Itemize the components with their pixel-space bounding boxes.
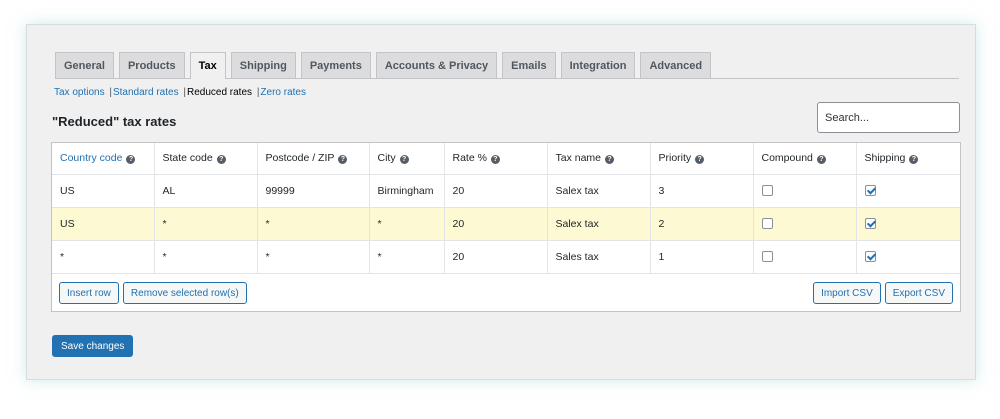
tax-rates-table: Country code? State code? Postcode / ZIP… <box>51 142 961 312</box>
tab-accounts-privacy[interactable]: Accounts & Privacy <box>375 52 498 78</box>
column-header-tax-name: Tax name? <box>547 143 651 175</box>
subnav-standard-rates[interactable]: Standard rates <box>113 87 179 98</box>
compound-checkbox[interactable] <box>761 185 773 197</box>
subnav-zero-rates[interactable]: Zero rates <box>260 87 306 98</box>
cell-city[interactable]: * <box>369 240 445 274</box>
cell-rate[interactable]: 20 <box>444 240 548 274</box>
column-header-label: State code <box>162 152 213 165</box>
cell-priority[interactable]: 3 <box>650 174 754 208</box>
subnav-reduced-rates: Reduced rates <box>186 87 253 98</box>
column-header-label: Country code <box>60 152 123 165</box>
tab-products[interactable]: Products <box>118 52 185 78</box>
save-changes-button[interactable]: Save changes <box>52 335 134 357</box>
remove-selected-rows-button[interactable]: Remove selected row(s) <box>122 282 247 304</box>
cell-postcode[interactable]: 99999 <box>257 174 370 208</box>
table-footer: Insert row Remove selected row(s) Import… <box>52 275 960 311</box>
tab-shipping[interactable]: Shipping <box>230 52 296 78</box>
cell-tax-name[interactable]: Salex tax <box>547 174 651 208</box>
shipping-checkbox[interactable] <box>864 251 876 263</box>
page-title: "Reduced" tax rates <box>52 114 177 129</box>
import-csv-button[interactable]: Import CSV <box>813 282 881 304</box>
help-icon[interactable]: ? <box>338 155 348 165</box>
column-header-shipping: Shipping? <box>856 143 960 175</box>
subnav-separator: | <box>109 87 112 98</box>
help-icon[interactable]: ? <box>216 155 226 165</box>
shipping-checkbox[interactable] <box>864 218 876 230</box>
table-row[interactable]: US AL 99999 Birmingham 20 Salex tax 3 <box>52 174 960 208</box>
column-header-label: City <box>377 152 396 165</box>
help-icon[interactable]: ? <box>490 155 500 165</box>
table-header-row: Country code? State code? Postcode / ZIP… <box>52 143 960 175</box>
tab-emails[interactable]: Emails <box>502 52 556 78</box>
cell-priority[interactable]: 1 <box>650 240 754 274</box>
help-icon[interactable]: ? <box>909 155 919 165</box>
tab-integration[interactable]: Integration <box>560 52 636 78</box>
column-header-label: Postcode / ZIP <box>265 152 335 165</box>
shipping-checkbox[interactable] <box>864 185 876 197</box>
column-header-label: Rate % <box>452 152 487 165</box>
cell-postcode[interactable]: * <box>257 240 370 274</box>
settings-tabs: General Products Tax Shipping Payments A… <box>55 52 959 79</box>
tab-tax[interactable]: Tax <box>189 52 226 79</box>
help-icon[interactable]: ? <box>126 155 136 165</box>
help-icon[interactable]: ? <box>605 155 615 165</box>
cell-priority[interactable]: 2 <box>650 207 754 241</box>
column-header-label: Priority <box>658 152 692 165</box>
cell-postcode[interactable]: * <box>257 207 370 241</box>
cell-state[interactable]: * <box>154 207 258 241</box>
compound-checkbox[interactable] <box>761 218 773 230</box>
subnav-separator: | <box>183 87 186 98</box>
compound-checkbox[interactable] <box>761 251 773 263</box>
search-input[interactable] <box>817 102 960 133</box>
column-header-priority: Priority? <box>650 143 754 175</box>
cell-country[interactable]: * <box>52 240 155 274</box>
table-row[interactable]: * * * * 20 Sales tax 1 <box>52 240 960 274</box>
cell-tax-name[interactable]: Sales tax <box>547 240 651 274</box>
cell-city[interactable]: Birmingham <box>369 174 445 208</box>
cell-tax-name[interactable]: Salex tax <box>547 207 651 241</box>
help-icon[interactable]: ? <box>399 155 409 165</box>
subnav-tax-options[interactable]: Tax options <box>54 87 105 98</box>
cell-city[interactable]: * <box>369 207 445 241</box>
column-header-postcode: Postcode / ZIP? <box>257 143 370 175</box>
column-header-city: City? <box>369 143 445 175</box>
cell-shipping <box>856 240 960 274</box>
export-csv-button[interactable]: Export CSV <box>884 282 953 304</box>
cell-compound <box>753 174 857 208</box>
cell-rate[interactable]: 20 <box>444 174 548 208</box>
settings-panel: General Products Tax Shipping Payments A… <box>26 24 976 380</box>
cell-compound <box>753 240 857 274</box>
help-icon[interactable]: ? <box>695 155 705 165</box>
insert-row-button[interactable]: Insert row <box>59 282 119 304</box>
cell-shipping <box>856 207 960 241</box>
cell-state[interactable]: * <box>154 240 258 274</box>
cell-country[interactable]: US <box>52 207 155 241</box>
column-header-compound: Compound? <box>753 143 857 175</box>
cell-country[interactable]: US <box>52 174 155 208</box>
column-header-country-code[interactable]: Country code? <box>52 143 155 175</box>
cell-rate[interactable]: 20 <box>444 207 548 241</box>
column-header-label: Tax name <box>555 152 602 165</box>
tab-advanced[interactable]: Advanced <box>640 52 712 78</box>
cell-compound <box>753 207 857 241</box>
cell-shipping <box>856 174 960 208</box>
column-header-label: Shipping <box>864 152 906 165</box>
help-icon[interactable]: ? <box>816 155 826 165</box>
column-header-rate: Rate %? <box>444 143 548 175</box>
tab-general[interactable]: General <box>55 52 114 78</box>
column-header-state-code: State code? <box>154 143 258 175</box>
tab-payments[interactable]: Payments <box>300 52 371 78</box>
table-row[interactable]: US * * * 20 Salex tax 2 <box>52 207 960 241</box>
column-header-label: Compound <box>761 152 813 165</box>
tax-subnav: Tax options |Standard rates |Reduced rat… <box>54 87 306 98</box>
cell-state[interactable]: AL <box>154 174 258 208</box>
